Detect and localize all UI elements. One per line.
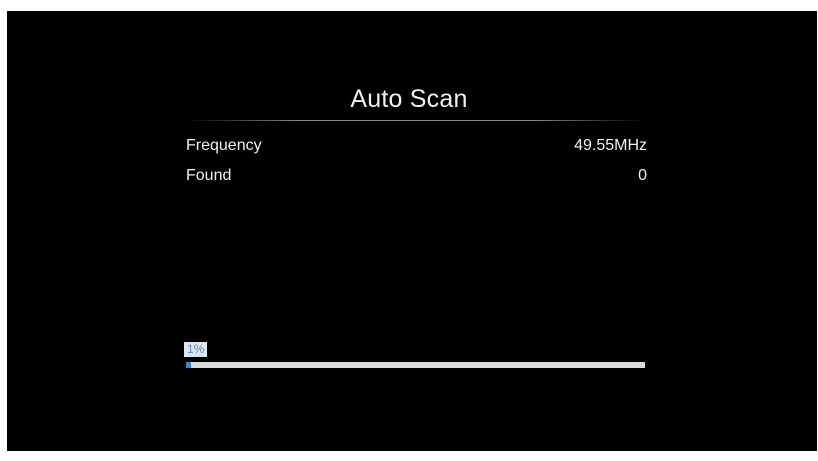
found-label: Found xyxy=(186,167,232,184)
frequency-value: 49.55MHz xyxy=(574,137,647,154)
frequency-row: Frequency 49.55MHz xyxy=(186,136,647,156)
progress-percent-badge: 1% xyxy=(184,342,208,357)
scan-progress-fill xyxy=(186,362,191,368)
frequency-label: Frequency xyxy=(186,137,262,154)
scan-screen xyxy=(7,11,817,451)
found-row: Found 0 xyxy=(186,166,647,186)
scan-progress-bar xyxy=(186,362,645,368)
dialog-title: Auto Scan xyxy=(350,85,468,113)
title-divider xyxy=(186,120,646,121)
found-value: 0 xyxy=(638,167,647,184)
